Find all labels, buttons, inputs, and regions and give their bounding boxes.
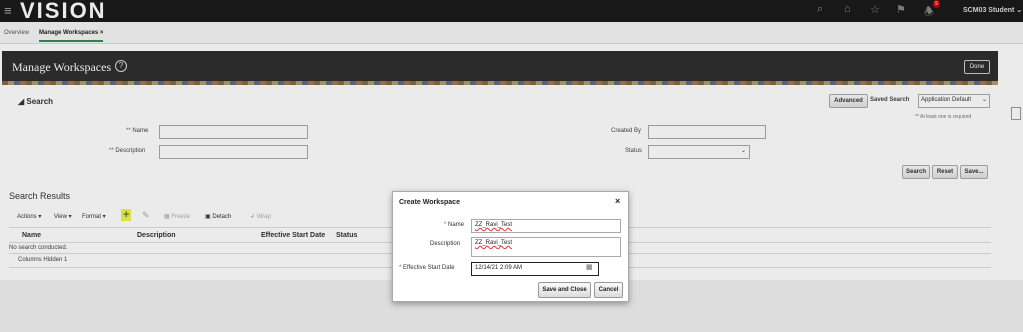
cancel-button[interactable]: Cancel <box>594 282 623 298</box>
save-and-close-button[interactable]: Save and Close <box>538 282 591 298</box>
dialog-name-label: * Name <box>444 222 465 228</box>
dialog-start-date-label: * Effective Start Date <box>399 265 455 271</box>
dialog-description-label: Description <box>430 241 461 247</box>
create-workspace-dialog: Create Workspace × * Name ZZ_Ravi_Test D… <box>392 191 629 302</box>
dialog-title: Create Workspace <box>399 199 460 206</box>
dialog-name-input[interactable]: ZZ_Ravi_Test <box>471 219 621 233</box>
calendar-icon[interactable]: ▦ <box>586 263 593 271</box>
dialog-description-input[interactable]: ZZ_Ravi_Test <box>471 237 621 257</box>
dialog-start-date-input[interactable]: 12/14/21 2:09 AM <box>471 262 599 276</box>
close-icon[interactable]: × <box>615 196 620 206</box>
